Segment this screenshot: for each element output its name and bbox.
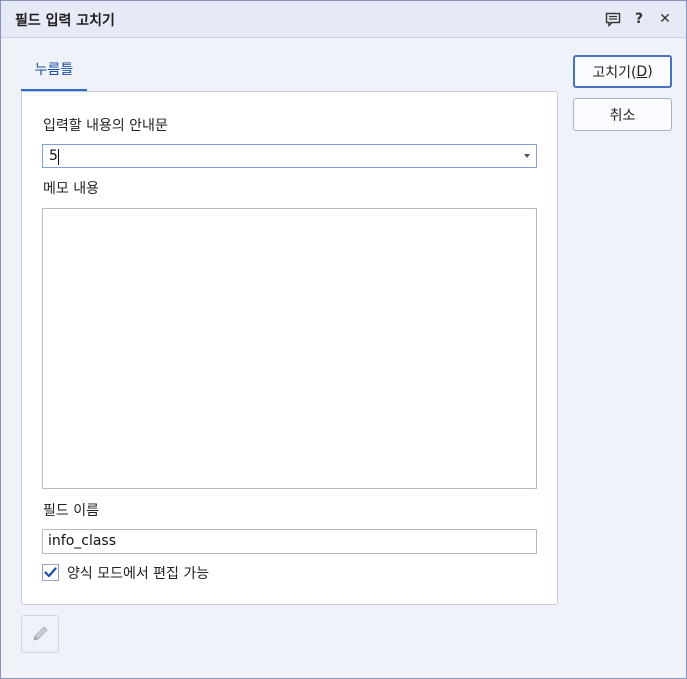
editable-checkbox-label[interactable]: 양식 모드에서 편집 가능 (67, 563, 209, 583)
tab-label: 누름틀 (34, 62, 74, 78)
field-edit-dialog: 필드 입력 고치기 ? ✕ 누름틀 입력할 내용의 안내문 5 메모 내용 필드… (0, 0, 687, 679)
title-bar: 필드 입력 고치기 ? ✕ (1, 1, 686, 38)
pencil-icon (33, 626, 48, 641)
ok-button-label-suffix: ) (647, 63, 653, 80)
chevron-down-icon[interactable] (524, 154, 530, 158)
field-name-input[interactable]: info_class (42, 529, 537, 554)
memo-label: 메모 내용 (43, 181, 99, 197)
pen-button[interactable] (21, 615, 59, 653)
ok-button-accelerator: D (636, 63, 648, 80)
help-icon[interactable]: ? (630, 10, 648, 28)
tab-button-field[interactable]: 누름틀 (21, 51, 87, 91)
memo-textarea[interactable] (42, 208, 537, 489)
cancel-button[interactable]: 취소 (573, 98, 672, 131)
editable-checkbox[interactable] (42, 564, 59, 581)
comment-icon[interactable] (604, 10, 622, 28)
ok-button[interactable]: 고치기(D) (573, 55, 672, 88)
dialog-title: 필드 입력 고치기 (15, 13, 115, 29)
field-name-label: 필드 이름 (43, 503, 99, 519)
cancel-button-label: 취소 (609, 107, 636, 124)
guide-value: 5 (49, 148, 58, 164)
ok-button-label-prefix: 고치기( (592, 64, 637, 81)
guide-label: 입력할 내용의 안내문 (43, 118, 168, 134)
field-name-value: info_class (48, 533, 117, 549)
guide-combobox[interactable]: 5 (42, 144, 537, 168)
close-icon[interactable]: ✕ (656, 10, 674, 28)
text-caret (58, 149, 59, 165)
checkmark-icon (44, 567, 57, 578)
